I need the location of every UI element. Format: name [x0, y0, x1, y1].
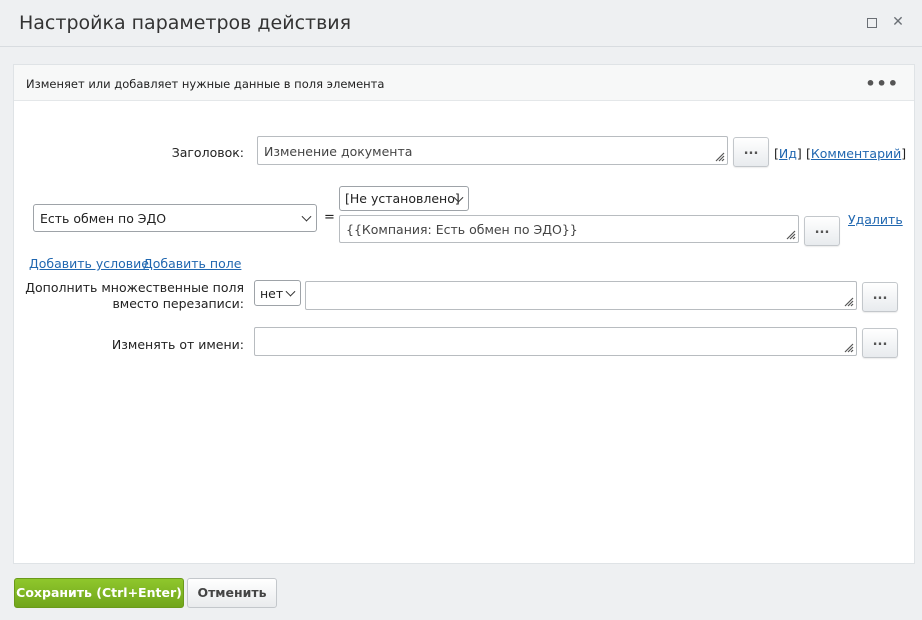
resize-handle-icon[interactable] [784, 228, 796, 240]
title-input[interactable]: Изменение документа [257, 136, 728, 165]
chevron-down-icon [301, 211, 312, 222]
dialog-title: Настройка параметров действия [19, 12, 352, 34]
append-label-line1: Дополнить множественные поля [25, 280, 244, 295]
cancel-button[interactable]: Отменить [187, 578, 277, 608]
append-select-value: нет [260, 286, 284, 301]
value-select-value: [Не установлено] [345, 191, 460, 206]
comment-link-wrap: [Комментарий] [806, 146, 906, 161]
resize-handle-icon[interactable] [842, 295, 854, 307]
id-link[interactable]: Ид [779, 146, 797, 161]
resize-handle-icon[interactable] [713, 150, 725, 162]
maximize-icon[interactable] [863, 14, 879, 30]
field-select[interactable]: Есть обмен по ЭДО [33, 204, 317, 232]
more-menu-icon[interactable]: ••• [865, 74, 899, 93]
resize-handle-icon[interactable] [842, 341, 854, 353]
comment-link[interactable]: Комментарий [811, 146, 901, 161]
value-dots-button[interactable]: ... [804, 216, 840, 246]
value-expression-value: {{Компания: Есть обмен по ЭДО}} [346, 222, 578, 237]
save-button[interactable]: Сохранить (Ctrl+Enter) [14, 578, 184, 608]
equals-sign: = [324, 210, 335, 225]
value-expression-input[interactable]: {{Компания: Есть обмен по ЭДО}} [339, 215, 799, 243]
bracket: ] [796, 146, 802, 161]
add-condition-link[interactable]: Добавить условие [29, 256, 149, 271]
dialog-titlebar: Настройка параметров действия ✕ [0, 0, 922, 47]
append-label-line2: вместо перезаписи: [112, 296, 244, 311]
delete-link[interactable]: Удалить [848, 212, 903, 227]
add-field-link[interactable]: Добавить поле [143, 256, 241, 271]
append-input[interactable] [305, 281, 857, 310]
value-select[interactable]: [Не установлено] [339, 186, 469, 211]
field-select-value: Есть обмен по ЭДО [40, 211, 167, 226]
append-dots-button[interactable]: ... [862, 282, 898, 312]
chevron-down-icon [285, 286, 296, 297]
modify-as-input[interactable] [254, 327, 857, 356]
bracket: ] [901, 146, 907, 161]
modify-as-dots-button[interactable]: ... [862, 328, 898, 358]
title-input-value: Изменение документа [264, 144, 413, 159]
title-dots-button[interactable]: ... [733, 137, 769, 167]
append-select[interactable]: нет [254, 280, 301, 306]
close-icon[interactable]: ✕ [890, 14, 906, 30]
panel-header: Изменяет или добавляет нужные данные в п… [14, 65, 914, 101]
append-label: Дополнить множественные поля вместо пере… [20, 280, 244, 312]
action-description: Изменяет или добавляет нужные данные в п… [26, 77, 385, 91]
title-label: Заголовок: [171, 145, 244, 160]
modify-as-label: Изменять от имени: [111, 337, 244, 352]
id-link-wrap: [Ид] [774, 146, 802, 161]
